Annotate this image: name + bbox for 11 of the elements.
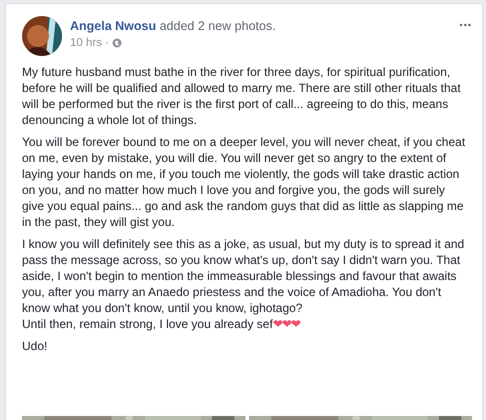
separator: · [104,36,109,51]
post-paragraph: You will be forever bound to me on a deeper level, you will never cheat, if you cheat on me, even by mistake, you will die. You will never get so angry to the extent of laying your hands on me, if you touch me violently, the gods will take drastic action on you, and no matter how much I love you and forgive you, the gods will surely give you equal pains... go and ask the random guys that did as little as slapping me in the past, they will gist you. [22,134,466,230]
globe-icon[interactable] [112,38,122,48]
post-header-text: Angela Nwosu added 2 new photos. [70,18,277,35]
post-paragraph: Udo! [22,338,48,354]
post-time[interactable]: 10 hrs [70,35,102,51]
post-paragraph: My future husband must bathe in the river for three days, for spiritual purification, before he will be qualified and allowed to marry me. There are still other rituals that will be performed but the river is the first port of call... agreeing to do this, means denouncing a whole lot of things. [22,64,462,128]
author-link[interactable]: Angela Nwosu [70,19,156,33]
more-options-button[interactable]: ••• [460,16,472,34]
post-paragraph: I know you will definitely see this as a joke, as usual, but my duty is to spread it and pass the message across, so you know what's up, don't say I didn't warn you. That aside, I won't begin to mention the immeasurable blessings and favour that awaits you, after you marry an Anaedo priestess and the voice of Amadioha. You don't know what you don't know, until you know, ighotago? Until then, remain strong, I love you already sef❤❤❤ [22,236,466,332]
avatar[interactable] [22,16,62,56]
